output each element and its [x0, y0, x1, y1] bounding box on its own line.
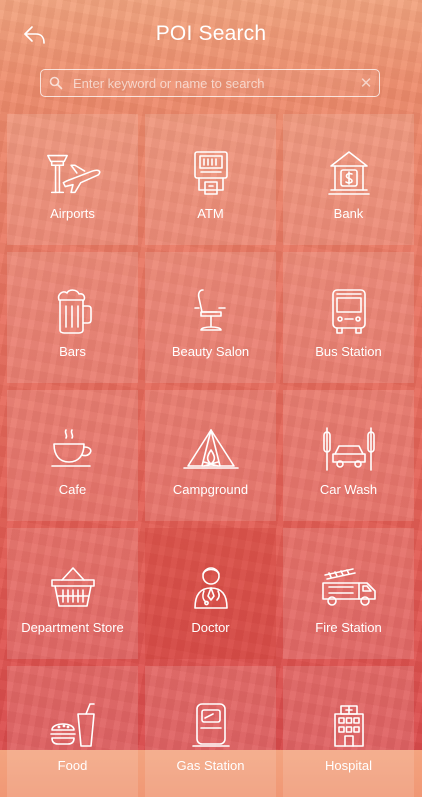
bank-icon	[318, 146, 380, 200]
category-bank[interactable]: Bank	[283, 114, 414, 245]
category-bars[interactable]: Bars	[7, 252, 138, 383]
category-label: Hospital	[325, 758, 372, 773]
category-label: Doctor	[191, 620, 230, 635]
category-label: Campground	[172, 482, 249, 497]
category-label: Department Store	[21, 620, 124, 635]
food-icon	[42, 698, 104, 752]
category-food[interactable]: Food	[7, 666, 138, 797]
gas-pump-icon	[180, 698, 242, 752]
category-label: Food	[57, 758, 88, 773]
fire-truck-icon	[318, 560, 380, 614]
category-label: Bank	[333, 206, 364, 221]
airport-icon	[42, 146, 104, 200]
category-cafe[interactable]: Cafe	[7, 390, 138, 521]
car-wash-icon	[318, 422, 380, 476]
atm-icon	[180, 146, 242, 200]
search-bar: ✕	[40, 69, 380, 97]
category-label: ATM	[197, 206, 224, 221]
category-label: Fire Station	[315, 620, 382, 635]
category-airports[interactable]: Airports	[7, 114, 138, 245]
page-title: POI Search	[155, 22, 267, 45]
category-fire-station[interactable]: Fire Station	[283, 528, 414, 659]
category-label: Cafe	[58, 482, 87, 497]
category-gas-station[interactable]: Gas Station	[145, 666, 276, 797]
search-icon	[41, 70, 71, 96]
category-label: Car Wash	[319, 482, 378, 497]
basket-icon	[42, 560, 104, 614]
category-label: Bus Station	[315, 344, 382, 359]
category-atm[interactable]: ATM	[145, 114, 276, 245]
clear-search-button[interactable]: ✕	[353, 70, 379, 96]
bus-icon	[318, 284, 380, 338]
category-bus-station[interactable]: Bus Station	[283, 252, 414, 383]
category-car-wash[interactable]: Car Wash	[283, 390, 414, 521]
salon-chair-icon	[180, 284, 242, 338]
category-hospital[interactable]: Hospital	[283, 666, 414, 797]
tent-icon	[180, 422, 242, 476]
category-label: Bars	[59, 344, 86, 359]
category-department-store[interactable]: Department Store	[7, 528, 138, 659]
category-campground[interactable]: Campground	[145, 390, 276, 521]
beer-mug-icon	[42, 284, 104, 338]
category-beauty-salon[interactable]: Beauty Salon	[145, 252, 276, 383]
search-input[interactable]	[71, 71, 353, 95]
hospital-icon	[318, 698, 380, 752]
coffee-cup-icon	[42, 422, 104, 476]
doctor-icon	[180, 560, 242, 614]
header: POI Search	[0, 0, 422, 66]
category-doctor[interactable]: Doctor	[145, 528, 276, 659]
category-label: Airports	[50, 206, 95, 221]
category-label: Beauty Salon	[171, 344, 250, 359]
category-label: Gas Station	[176, 758, 245, 773]
